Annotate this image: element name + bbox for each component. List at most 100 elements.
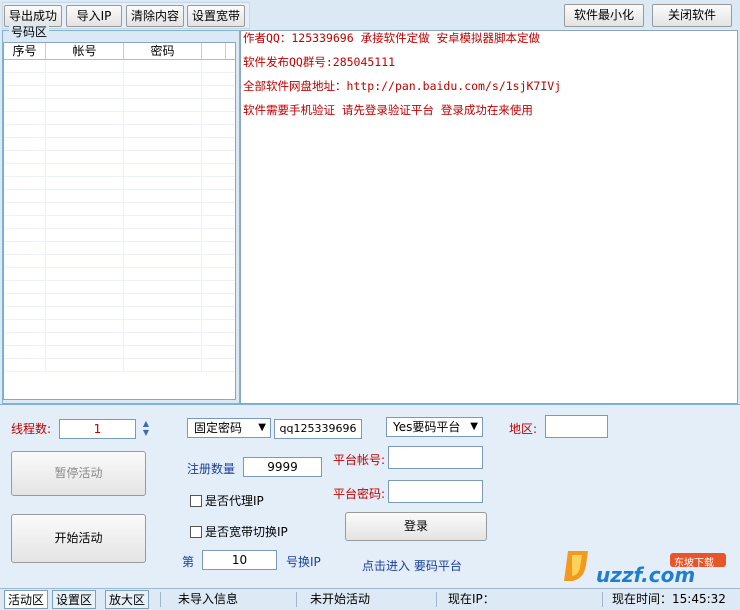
password-mode-select[interactable]: 固定密码 ▼ [187, 418, 271, 438]
table-cell [46, 320, 124, 332]
platform-select[interactable]: Yes要码平台 ▼ [386, 417, 483, 437]
table-row[interactable] [4, 112, 235, 125]
table-row[interactable] [4, 320, 235, 333]
checkbox-box[interactable] [190, 525, 202, 538]
broadband-switch-checkbox[interactable]: 是否宽带切换IP [190, 523, 288, 540]
start-activity-button[interactable]: 开始活动 [11, 514, 146, 563]
platform-account-input[interactable] [388, 446, 483, 469]
table-row[interactable] [4, 333, 235, 346]
table-row[interactable] [4, 242, 235, 255]
table-row[interactable] [4, 281, 235, 294]
checkbox-box[interactable] [190, 494, 202, 507]
tab-zoom[interactable]: 放大区 [105, 590, 150, 609]
chevron-down-icon: ▼ [258, 422, 266, 433]
table-cell [4, 268, 46, 280]
table-cell [46, 281, 124, 293]
status-divider [160, 592, 161, 607]
table-row[interactable] [4, 125, 235, 138]
spin-down-icon[interactable]: ▼ [139, 428, 153, 437]
account-list-rows [4, 60, 235, 372]
tab-activity[interactable]: 活动区 [4, 590, 49, 609]
watermark-brand: uzzf.com [596, 563, 696, 587]
status-divider [436, 592, 437, 607]
table-row[interactable] [4, 177, 235, 190]
column-header-extra[interactable] [202, 43, 226, 59]
table-cell [46, 333, 124, 345]
table-cell [124, 359, 202, 371]
table-row[interactable] [4, 307, 235, 320]
table-row[interactable] [4, 203, 235, 216]
table-cell [4, 216, 46, 228]
table-cell [124, 138, 202, 150]
region-input[interactable] [545, 415, 608, 438]
table-row[interactable] [4, 86, 235, 99]
table-cell [46, 125, 124, 137]
table-row[interactable] [4, 164, 235, 177]
table-row[interactable] [4, 73, 235, 86]
table-cell [124, 242, 202, 254]
clear-content-button[interactable]: 清除内容 [126, 5, 184, 27]
account-groupbox-title: 号码区 [9, 23, 50, 40]
pause-activity-button[interactable]: 暂停活动 [11, 451, 146, 496]
platform-password-input[interactable] [388, 480, 483, 503]
table-row[interactable] [4, 151, 235, 164]
close-software-button[interactable]: 关闭软件 [652, 4, 732, 27]
current-ip-status: 现在IP： [448, 592, 495, 606]
enter-platform-link[interactable]: 点击进入 要码平台 [362, 557, 462, 574]
register-count-input[interactable]: 9999 [243, 457, 322, 477]
column-header-account[interactable]: 帐号 [46, 43, 124, 59]
column-header-password[interactable]: 密码 [124, 43, 202, 59]
proxy-ip-checkbox[interactable]: 是否代理IP [190, 492, 264, 509]
threads-spinner[interactable]: ▲ ▼ [139, 419, 153, 439]
table-cell [46, 268, 124, 280]
table-cell [124, 216, 202, 228]
account-list[interactable]: 序号 帐号 密码 [3, 42, 236, 400]
table-row[interactable] [4, 216, 235, 229]
table-cell [124, 255, 202, 267]
table-cell [46, 73, 124, 85]
table-cell [124, 346, 202, 358]
table-cell [4, 281, 46, 293]
table-cell [124, 151, 202, 163]
threads-input[interactable]: 1 [59, 419, 136, 439]
spin-up-icon[interactable]: ▲ [139, 419, 153, 428]
table-row[interactable] [4, 138, 235, 151]
table-cell [46, 112, 124, 124]
table-cell [46, 60, 124, 72]
table-cell [124, 99, 202, 111]
table-cell [4, 73, 46, 85]
table-cell [124, 333, 202, 345]
set-broadband-button[interactable]: 设置宽带 [187, 5, 245, 27]
table-cell [4, 294, 46, 306]
table-row[interactable] [4, 190, 235, 203]
status-divider [296, 592, 297, 607]
register-count-label: 注册数量 [187, 462, 236, 476]
table-cell [46, 307, 124, 319]
table-cell [124, 112, 202, 124]
current-time-status: 现在时间：15:45:32 [612, 592, 726, 606]
table-row[interactable] [4, 268, 235, 281]
table-cell [4, 60, 46, 72]
table-row[interactable] [4, 255, 235, 268]
log-line: 软件发布QQ群号:285045111 [243, 55, 396, 69]
log-textarea[interactable]: 作者QQ：125339696 承接软件定做 安卓模拟器脚本定做 软件发布QQ群号… [240, 30, 738, 404]
table-row[interactable] [4, 359, 235, 372]
table-row[interactable] [4, 60, 235, 73]
minimize-software-button[interactable]: 软件最小化 [564, 4, 644, 27]
import-ip-button[interactable]: 导入IP [66, 5, 122, 27]
login-button[interactable]: 登录 [345, 512, 487, 541]
table-cell [46, 359, 124, 371]
table-cell [124, 281, 202, 293]
table-row[interactable] [4, 229, 235, 242]
tab-settings[interactable]: 设置区 [52, 590, 97, 609]
log-line: 全部软件网盘地址：http://pan.baidu.com/s/1sjK7IVj [243, 79, 562, 93]
password-input[interactable]: qq125339696 [274, 419, 362, 439]
column-header-index[interactable]: 序号 [4, 43, 46, 59]
table-cell [4, 320, 46, 332]
table-row[interactable] [4, 294, 235, 307]
switch-interval-input[interactable]: 10 [202, 550, 277, 570]
table-cell [4, 203, 46, 215]
table-cell [124, 320, 202, 332]
table-row[interactable] [4, 346, 235, 359]
table-row[interactable] [4, 99, 235, 112]
